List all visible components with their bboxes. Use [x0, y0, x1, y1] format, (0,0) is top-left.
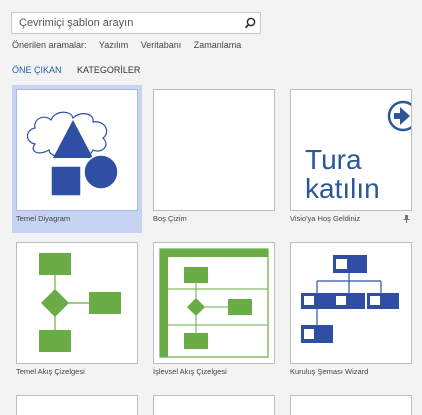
template-tabs: ÖNE ÇIKAN KATEGORİLER — [12, 65, 153, 75]
template-next-row-3[interactable] — [286, 391, 416, 415]
template-label: Temel Diyagram — [16, 214, 71, 223]
template-thumbnail — [153, 89, 275, 211]
suggested-search-software[interactable]: Yazılım — [99, 40, 128, 50]
template-thumbnail: Tura katılın — [290, 89, 412, 211]
template-org-chart-wizard[interactable]: Kuruluş Şeması Wizard — [286, 238, 416, 386]
suggested-search-scheduling[interactable]: Zamanlama — [194, 40, 242, 50]
template-search-box[interactable] — [11, 12, 261, 34]
template-thumbnail — [290, 242, 412, 364]
template-thumbnail — [16, 89, 138, 211]
template-blank-drawing[interactable]: Boş Çizim — [149, 85, 279, 233]
template-basic-diagram[interactable]: Temel Diyagram — [12, 85, 142, 233]
search-input[interactable] — [12, 13, 239, 33]
template-next-row-1[interactable] — [12, 391, 142, 415]
suggested-searches: Önerilen aramalar: Yazılım Veritabanı Za… — [12, 40, 251, 50]
template-basic-flowchart[interactable]: Temel Akış Çizelgesi — [12, 238, 142, 386]
template-label: Kuruluş Şeması Wizard — [290, 367, 369, 376]
template-thumbnail — [153, 242, 275, 364]
tour-text: Tura katılın — [305, 144, 380, 204]
template-thumbnail — [16, 242, 138, 364]
swimlane-flowchart-icon — [159, 248, 269, 358]
tab-featured[interactable]: ÖNE ÇIKAN — [12, 65, 62, 75]
search-icon[interactable] — [243, 16, 257, 30]
template-thumbnail — [16, 395, 138, 415]
pin-icon[interactable] — [403, 215, 410, 223]
template-thumbnail — [153, 395, 275, 415]
template-cross-functional-flowchart[interactable]: İşlevsel Akış Çizelgesi — [149, 238, 279, 386]
template-next-row-2[interactable] — [149, 391, 279, 415]
template-label: Visio'ya Hoş Geldiniz — [290, 214, 361, 223]
suggested-searches-label: Önerilen aramalar: — [12, 40, 87, 50]
flowchart-icon — [39, 253, 121, 352]
tab-categories[interactable]: KATEGORİLER — [77, 65, 140, 75]
template-label: İşlevsel Akış Çizelgesi — [153, 367, 227, 376]
template-label: Boş Çizim — [153, 214, 187, 223]
template-label: Temel Akış Çizelgesi — [16, 367, 85, 376]
basic-shapes-icon — [26, 111, 119, 197]
org-chart-icon — [301, 255, 399, 343]
suggested-search-database[interactable]: Veritabanı — [141, 40, 182, 50]
template-thumbnail — [290, 395, 412, 415]
template-welcome-tour[interactable]: Tura katılın Visio'ya Hoş Geldiniz — [286, 85, 416, 233]
